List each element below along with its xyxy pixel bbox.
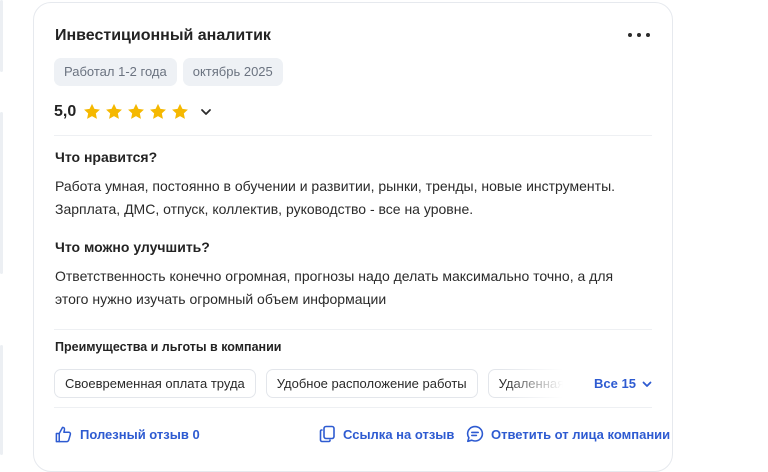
improve-text-line: Ответственность конечно огромная, прогно… xyxy=(55,268,614,284)
reply-as-company-label: Ответить от лица компании xyxy=(491,426,671,442)
tag-review-date: октябрь 2025 xyxy=(182,58,283,86)
tag-work-duration: Работал 1-2 года xyxy=(54,58,177,86)
star-icon xyxy=(106,103,123,119)
likes-text-line: Зарплата, ДМС, отпуск, коллектив, руково… xyxy=(55,201,474,217)
review-link-label: Ссылка на отзыв xyxy=(343,426,455,442)
likes-text-line: Работа умная, постоянно в обучении и раз… xyxy=(55,178,616,194)
likes-title: Что нравится? xyxy=(55,149,158,165)
benefit-chips: Своевременная оплата труда Удобное распо… xyxy=(54,369,563,398)
review-card: Инвестиционный аналитик Работал 1-2 года… xyxy=(33,2,673,472)
copy-link-icon xyxy=(319,425,335,443)
review-tags: Работал 1-2 года октябрь 2025 xyxy=(54,58,283,86)
star-icon xyxy=(128,103,145,119)
rating-score: 5,0 xyxy=(54,103,77,120)
review-link-button[interactable]: Ссылка на отзыв xyxy=(319,425,454,443)
divider xyxy=(54,407,652,408)
improve-text: Ответственность конечно огромная, прогно… xyxy=(55,265,655,311)
see-all-label: Все 15 xyxy=(594,376,636,391)
chevron-down-icon[interactable] xyxy=(199,105,213,119)
more-dots-icon xyxy=(646,33,650,37)
divider xyxy=(54,329,652,330)
rating-stars xyxy=(82,102,190,122)
benefits-title: Преимущества и льготы в компании xyxy=(55,340,282,354)
star-icon xyxy=(172,103,189,119)
review-title: Инвестиционный аналитик xyxy=(55,27,271,44)
see-all-benefits-button[interactable]: Все 15 xyxy=(594,376,653,391)
helpful-review-label: Полезный отзыв 0 xyxy=(80,427,200,442)
left-edge-mark xyxy=(0,112,3,274)
likes-text: Работа умная, постоянно в обучении и раз… xyxy=(55,175,655,221)
more-dots-icon xyxy=(628,33,632,37)
star-icon xyxy=(150,103,167,119)
thumb-up-icon xyxy=(55,426,72,443)
improve-text-line: этого нужно изучать огромный объем инфор… xyxy=(55,291,387,307)
chat-bubble-icon xyxy=(466,425,484,443)
benefit-chip[interactable]: Своевременная оплата труда xyxy=(54,369,256,398)
left-edge-mark xyxy=(0,345,3,455)
benefit-chip[interactable]: Удобное расположение работы xyxy=(265,369,478,398)
left-edge-mark xyxy=(0,0,3,72)
reply-as-company-button[interactable]: Ответить от лица компании xyxy=(466,425,670,443)
divider xyxy=(54,135,652,136)
more-dots-icon xyxy=(637,33,641,37)
rating-row: 5,0 xyxy=(54,102,213,122)
improve-title: Что можно улучшить? xyxy=(55,239,210,255)
benefit-chip[interactable]: Удаленная работа xyxy=(487,369,563,398)
helpful-review-button[interactable]: Полезный отзыв 0 xyxy=(54,425,200,444)
star-icon xyxy=(84,103,101,119)
chevron-down-icon xyxy=(642,381,652,387)
more-menu-button[interactable] xyxy=(628,25,650,45)
